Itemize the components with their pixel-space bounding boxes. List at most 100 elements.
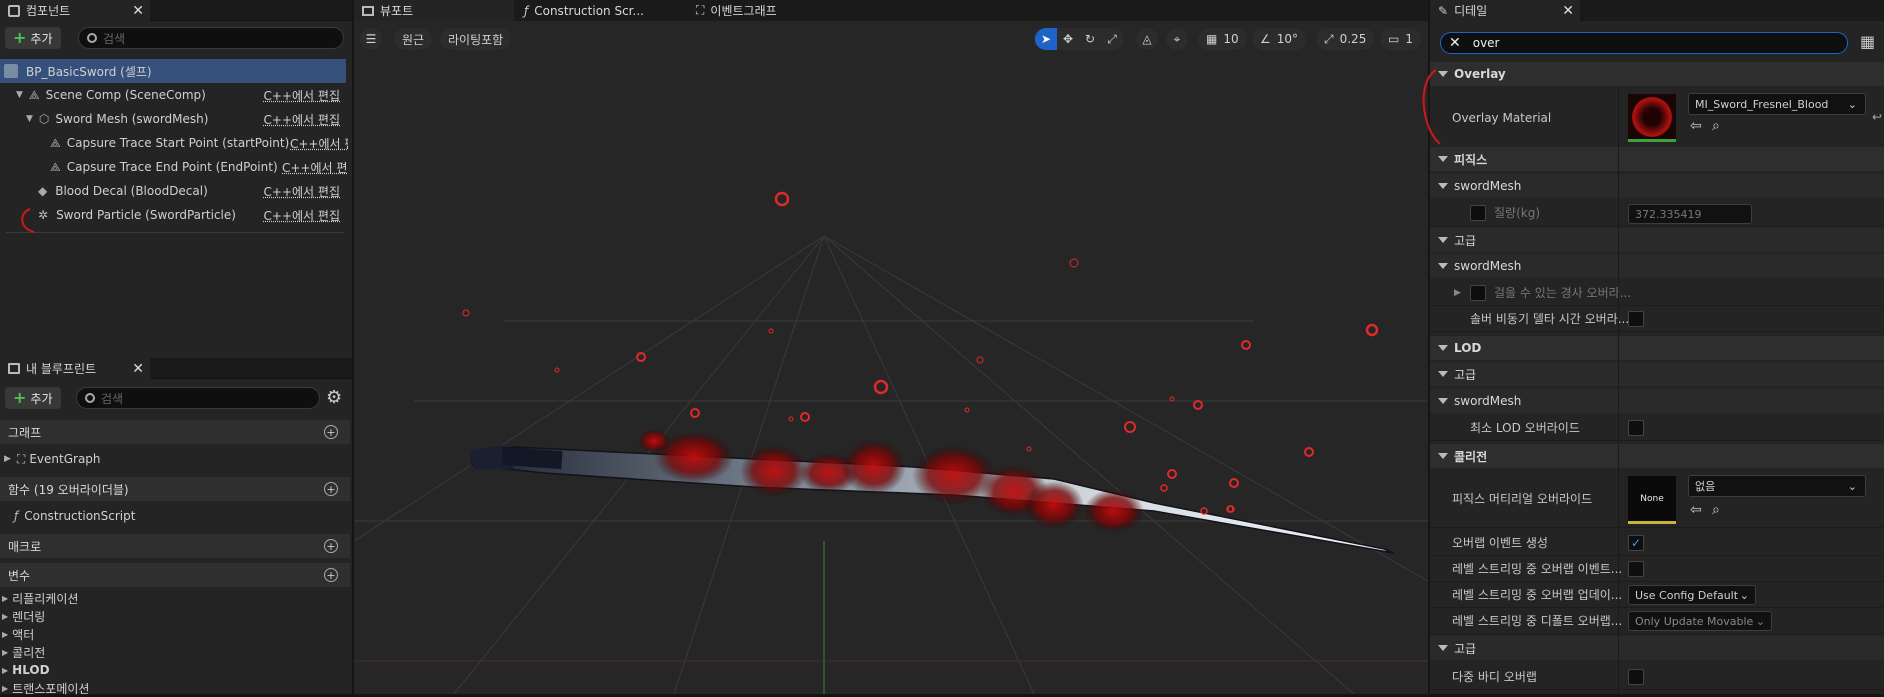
blueprint-search-input[interactable]: 검색 <box>76 387 320 409</box>
sword-mesh-group[interactable]: swordMesh <box>1430 389 1884 413</box>
scale-snap-button[interactable]: ⤢ 0.25 <box>1316 28 1375 50</box>
variable-category-item[interactable]: ▶ 렌더링 <box>0 607 45 625</box>
add-component-button[interactable]: + 추가 <box>5 27 61 49</box>
tab-viewport[interactable]: 뷰포트 <box>354 0 514 21</box>
add-function-icon[interactable]: + <box>324 482 338 496</box>
advanced-section[interactable]: 고급 <box>1430 636 1884 660</box>
edit-in-cpp-link[interactable]: C++에서 편 <box>290 135 348 152</box>
substep-delta-checkbox[interactable] <box>1628 311 1644 327</box>
expand-arrow-icon[interactable]: ▶ <box>2 684 8 693</box>
sword-mesh-group[interactable]: swordMesh <box>1430 254 1884 278</box>
lighting-mode-button[interactable]: 라이팅포함 <box>440 28 512 50</box>
overlay-section[interactable]: Overlay <box>1430 62 1884 86</box>
update-method-dropdown[interactable]: Use Config Default ⌄ <box>1628 585 1756 605</box>
variable-category-item[interactable]: ▶ HLOD <box>0 661 50 679</box>
close-icon[interactable]: ✕ <box>132 361 144 377</box>
expand-arrow-icon[interactable]: ▶ <box>2 666 8 675</box>
mass-checkbox[interactable] <box>1470 204 1486 221</box>
variable-category-item[interactable]: ▶ 액터 <box>0 625 34 643</box>
browse-asset-icon[interactable]: ⌕ <box>1712 118 1720 134</box>
overlay-material-dropdown[interactable]: MI_Sword_Fresnel_Blood ⌄ <box>1688 93 1866 115</box>
close-icon[interactable]: ✕ <box>132 3 144 19</box>
functions-category[interactable]: 함수 (19 오버라이더블) + <box>0 477 350 501</box>
overlay-material-thumbnail[interactable] <box>1628 94 1676 142</box>
expand-arrow-icon[interactable]: ▶ <box>2 594 8 603</box>
add-blueprint-member-button[interactable]: + 추가 <box>5 387 61 409</box>
construction-script-item[interactable]: ƒ ConstructionScript <box>0 504 135 528</box>
browse-asset-icon[interactable]: ⌕ <box>1712 502 1720 518</box>
property-matrix-icon[interactable]: ▦ <box>1860 32 1875 51</box>
min-lod-checkbox[interactable] <box>1628 420 1644 436</box>
component-item[interactable]: ▼ ⟁ Scene Comp (SceneComp) C++에서 편집 <box>0 83 346 107</box>
details-search-input[interactable]: ✕ over <box>1440 32 1848 54</box>
sword-mesh-group[interactable]: swordMesh <box>1430 174 1884 198</box>
expand-arrow-icon[interactable]: ▼ <box>26 114 33 124</box>
components-search-input[interactable]: 검색 <box>78 27 344 49</box>
default-update-dropdown[interactable]: Only Update Movable ⌄ <box>1628 611 1772 631</box>
variable-category-item[interactable]: ▶ 리플리케이션 <box>0 589 78 607</box>
phys-material-dropdown[interactable]: 없음 ⌄ <box>1688 475 1866 497</box>
expand-arrow-icon[interactable]: ▶ <box>4 454 11 464</box>
close-icon[interactable]: ✕ <box>1562 3 1574 19</box>
use-selected-asset-icon[interactable]: ⇦ <box>1690 502 1702 518</box>
variables-category[interactable]: 변수 + <box>0 563 350 587</box>
settings-gear-icon[interactable]: ⚙ <box>326 387 342 408</box>
component-item[interactable]: ⟁ Capsure Trace End Point (EndPoint) C++… <box>0 155 348 179</box>
variable-category-item[interactable]: ▶ 콜리전 <box>0 643 45 661</box>
component-item[interactable]: ⟁ Capsure Trace Start Point (startPoint)… <box>0 131 348 155</box>
mass-input[interactable]: 372.335419 <box>1628 204 1752 224</box>
add-graph-icon[interactable]: + <box>324 425 338 439</box>
camera-speed-button[interactable]: ▭ 1 <box>1380 28 1421 50</box>
surface-snapping-button[interactable]: ⌖ <box>1166 28 1188 50</box>
rotation-snap-button[interactable]: ∠ 10° <box>1252 28 1307 50</box>
clear-search-icon[interactable]: ✕ <box>1449 35 1461 51</box>
edit-in-cpp-link[interactable]: C++에서 편집 <box>264 87 340 104</box>
tab-construction-script[interactable]: ƒ Construction Scr... <box>516 0 686 21</box>
tab-details[interactable]: ✎ 디테일 ✕ <box>1430 0 1580 21</box>
edit-in-cpp-link[interactable]: C++에서 편집 <box>282 159 348 176</box>
add-variable-icon[interactable]: + <box>324 568 338 582</box>
expand-arrow-icon[interactable]: ▶ <box>2 630 8 639</box>
physics-section[interactable]: 피직스 <box>1430 147 1884 171</box>
edit-in-cpp-link[interactable]: C++에서 편집 <box>264 207 340 224</box>
expand-arrow-icon[interactable]: ▶ <box>1454 288 1461 298</box>
component-item[interactable]: ▼ ⬡ Sword Mesh (swordMesh) C++에서 편집 <box>0 107 346 131</box>
event-graph-item[interactable]: ▶ ⛶ EventGraph <box>0 447 101 471</box>
use-selected-asset-icon[interactable]: ⇦ <box>1690 118 1702 134</box>
component-root-row[interactable]: BP_BasicSword (셀프) <box>0 59 346 83</box>
lod-section[interactable]: LOD <box>1430 336 1884 360</box>
reset-arrow-icon[interactable]: ↩ <box>1872 110 1882 124</box>
edit-in-cpp-link[interactable]: C++에서 편집 <box>264 111 340 128</box>
tab-my-blueprint[interactable]: 내 블루프린트 ✕ <box>0 358 150 379</box>
add-macro-icon[interactable]: + <box>324 539 338 553</box>
variable-category-item[interactable]: ▶ 트랜스포메이션 <box>0 679 89 697</box>
component-item[interactable]: ◆ Blood Decal (BloodDecal) C++에서 편집 <box>0 179 346 203</box>
level-streaming-overlap-checkbox[interactable] <box>1628 561 1644 577</box>
expand-arrow-icon[interactable]: ▶ <box>2 648 8 657</box>
expand-arrow-icon[interactable]: ▶ <box>2 612 8 621</box>
rotate-tool-icon[interactable]: ↻ <box>1079 32 1101 46</box>
scale-tool-icon[interactable]: ⤢ <box>1101 32 1123 47</box>
expand-arrow-icon[interactable]: ▼ <box>16 90 23 100</box>
tab-components[interactable]: 컴포넌트 ✕ <box>0 0 150 21</box>
select-tool-icon[interactable]: ➤ <box>1035 28 1057 50</box>
edit-in-cpp-link[interactable]: C++에서 편집 <box>264 183 340 200</box>
phys-material-thumbnail[interactable]: None <box>1628 476 1676 524</box>
grid-snap-button[interactable]: ▦ 10 <box>1198 28 1247 50</box>
tab-event-graph[interactable]: ⛶ 이벤트그래프 <box>688 0 828 21</box>
graph-category[interactable]: 그래프 + <box>0 420 350 444</box>
perspective-button[interactable]: 원근 <box>394 28 433 50</box>
walkable-slope-checkbox[interactable] <box>1470 284 1486 301</box>
advanced-section[interactable]: 고급 <box>1430 362 1884 386</box>
viewport-canvas[interactable]: ☰ 원근 라이팅포함 ➤ ✥ ↻ ⤢ ◬ ⌖ ▦ 10 ∠ 10° ⤢ 0.25… <box>354 21 1428 694</box>
move-tool-icon[interactable]: ✥ <box>1057 32 1079 46</box>
multi-body-overlap-checkbox[interactable] <box>1628 669 1644 685</box>
search-placeholder: 검색 <box>103 31 126 46</box>
macros-category[interactable]: 매크로 + <box>0 534 350 558</box>
advanced-section[interactable]: 고급 <box>1430 228 1884 252</box>
coordinate-space-button[interactable]: ◬ <box>1136 28 1158 50</box>
viewport-menu-button[interactable]: ☰ <box>360 28 382 50</box>
component-item[interactable]: ✲ Sword Particle (SwordParticle) C++에서 편… <box>0 203 346 227</box>
collision-section[interactable]: 콜리전 <box>1430 444 1884 468</box>
generate-overlap-checkbox[interactable]: ✓ <box>1628 535 1644 551</box>
